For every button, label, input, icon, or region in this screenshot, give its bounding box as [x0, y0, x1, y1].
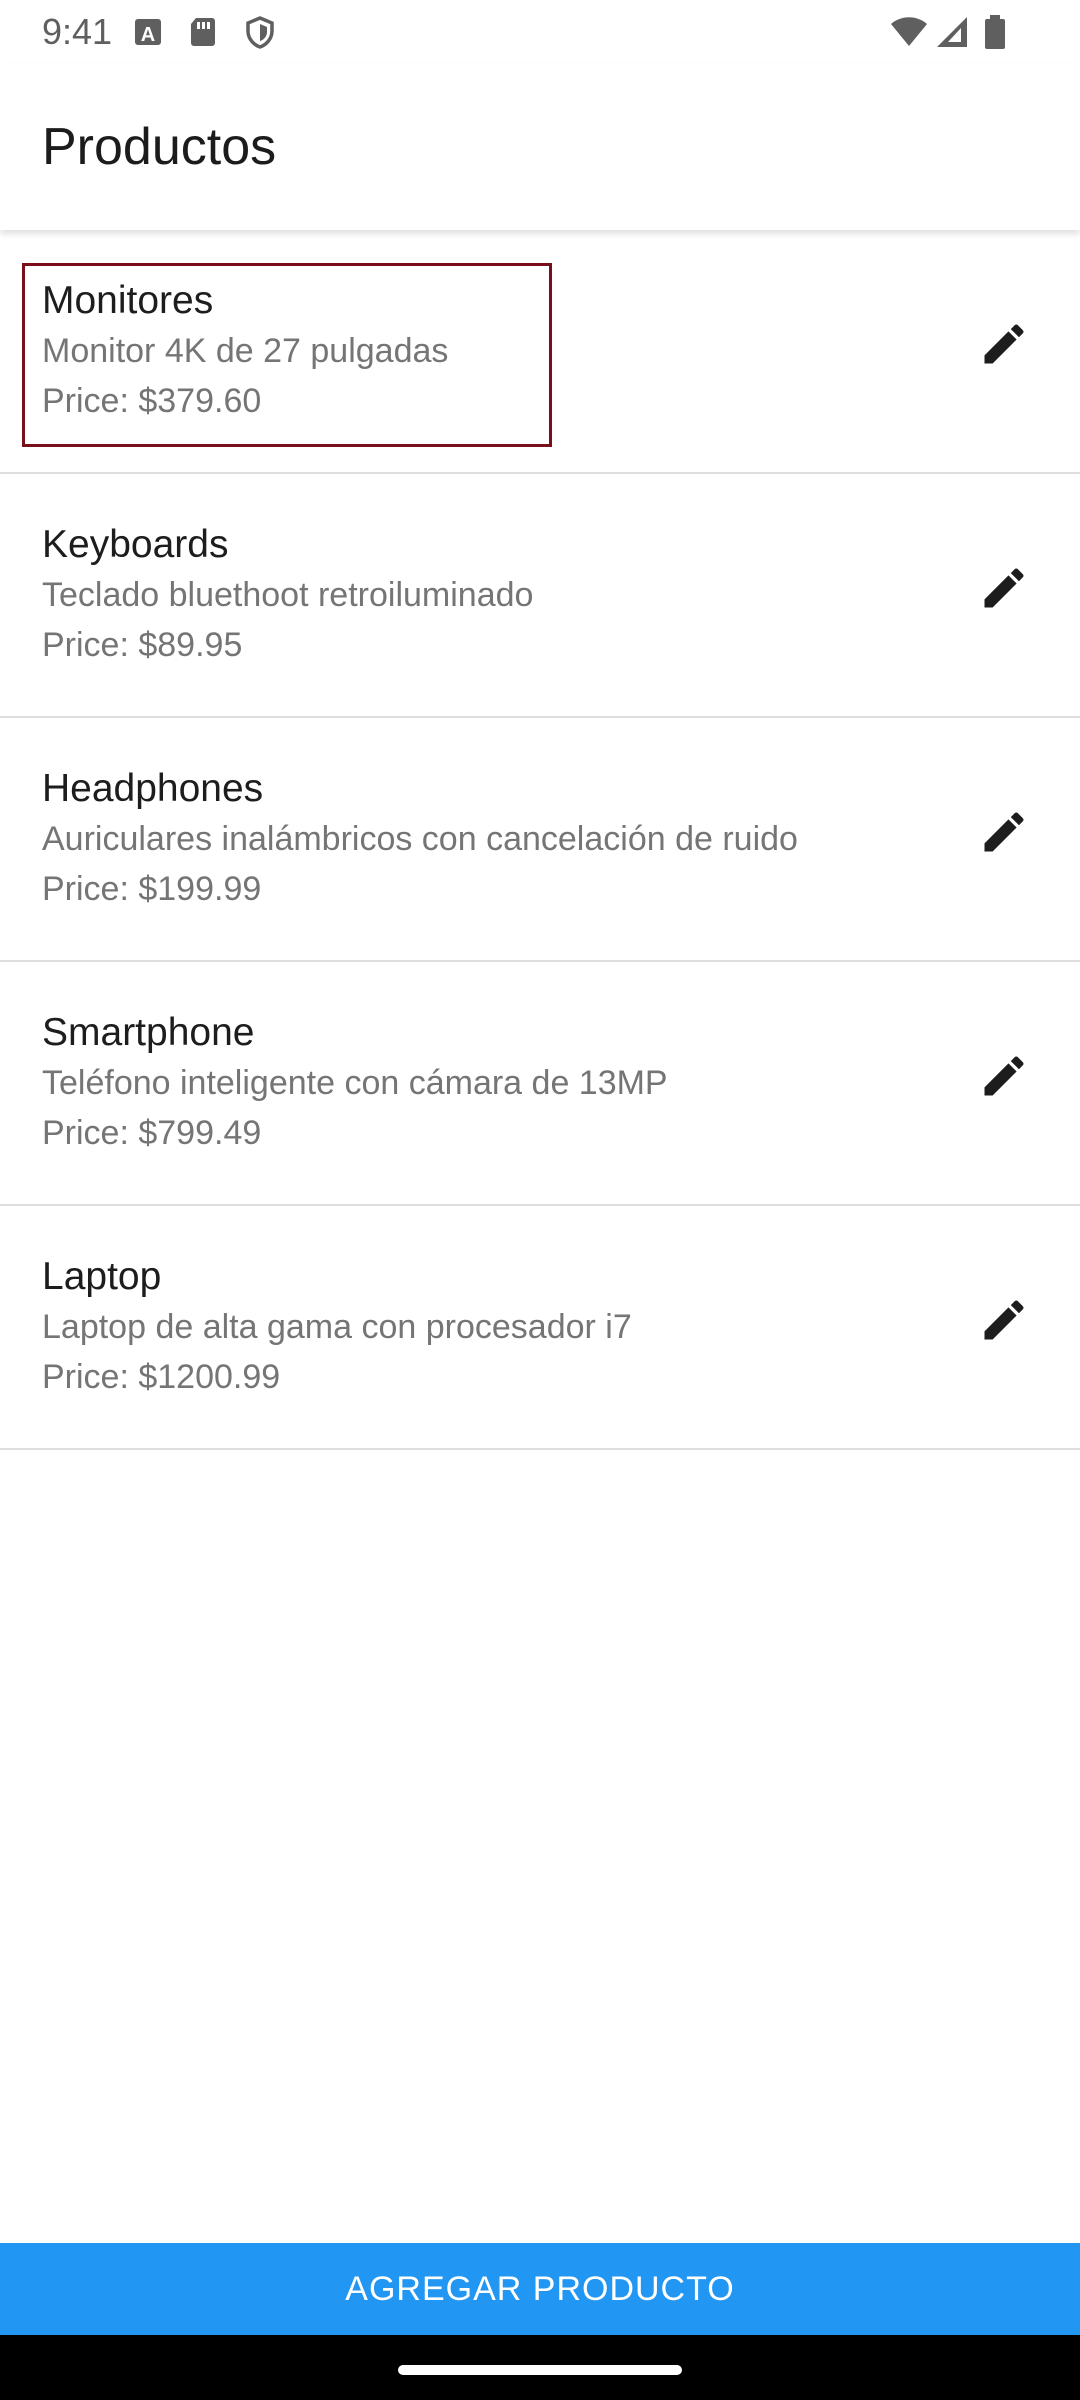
home-gesture-handle[interactable] — [398, 2365, 682, 2375]
edit-button[interactable] — [968, 310, 1040, 382]
product-description: Teclado bluethoot retroiluminado — [42, 576, 534, 614]
page-title: Productos — [42, 118, 277, 176]
shield-icon — [242, 14, 278, 50]
a-notification-icon: A — [130, 14, 166, 50]
list-item[interactable]: Laptop Laptop de alta gama con procesado… — [0, 1206, 1080, 1450]
product-price: Price: $799.49 — [42, 1114, 262, 1152]
product-text: Laptop Laptop de alta gama con procesado… — [42, 1252, 632, 1402]
pencil-icon — [978, 1294, 1030, 1351]
pencil-icon — [978, 562, 1030, 619]
product-text: Headphones Auriculares inalámbricos con … — [42, 764, 798, 914]
product-description: Laptop de alta gama con procesador i7 — [42, 1308, 632, 1346]
pencil-icon — [978, 1050, 1030, 1107]
pencil-icon — [978, 806, 1030, 863]
battery-icon — [980, 14, 1016, 50]
svg-text:A: A — [141, 24, 155, 46]
product-price: Price: $379.60 — [42, 382, 262, 420]
product-text: Smartphone Teléfono inteligente con cáma… — [42, 1008, 668, 1158]
sd-card-icon — [184, 14, 220, 50]
product-price: Price: $89.95 — [42, 626, 243, 664]
product-name: Laptop — [42, 1255, 162, 1298]
product-name: Headphones — [42, 767, 264, 810]
product-name: Keyboards — [42, 523, 229, 566]
product-description: Monitor 4K de 27 pulgadas — [42, 332, 449, 370]
product-text: Keyboards Teclado bluethoot retroilumina… — [42, 520, 533, 670]
status-time: 9:41 — [42, 11, 113, 52]
list-item[interactable]: Headphones Auriculares inalámbricos con … — [0, 718, 1080, 962]
edit-button[interactable] — [968, 1286, 1040, 1358]
signal-icon — [934, 14, 970, 50]
product-name: Monitores — [42, 279, 214, 322]
app-bar: Productos — [0, 64, 1080, 230]
product-price: Price: $199.99 — [42, 870, 262, 908]
product-price: Price: $1200.99 — [42, 1358, 281, 1396]
product-name: Smartphone — [42, 1011, 255, 1054]
product-description: Auriculares inalámbricos con cancelación… — [42, 820, 798, 858]
list-item[interactable]: Keyboards Teclado bluethoot retroilumina… — [0, 474, 1080, 718]
list-item[interactable]: Monitores Monitor 4K de 27 pulgadas Pric… — [0, 230, 1080, 474]
edit-button[interactable] — [968, 1042, 1040, 1114]
product-list: Monitores Monitor 4K de 27 pulgadas Pric… — [0, 230, 1080, 1450]
screen: 9:41 A Productos Monitores Monitor 4K de… — [0, 0, 1080, 2400]
list-item[interactable]: Smartphone Teléfono inteligente con cáma… — [0, 962, 1080, 1206]
pencil-icon — [978, 318, 1030, 375]
status-bar: 9:41 A — [0, 0, 1080, 64]
product-description: Teléfono inteligente con cámara de 13MP — [42, 1064, 668, 1102]
navigation-bar — [0, 2335, 1080, 2400]
product-text: Monitores Monitor 4K de 27 pulgadas Pric… — [42, 276, 448, 426]
edit-button[interactable] — [968, 554, 1040, 626]
wifi-icon — [890, 14, 927, 50]
edit-button[interactable] — [968, 798, 1040, 870]
add-product-button[interactable]: AGREGAR PRODUCTO — [0, 2243, 1080, 2335]
